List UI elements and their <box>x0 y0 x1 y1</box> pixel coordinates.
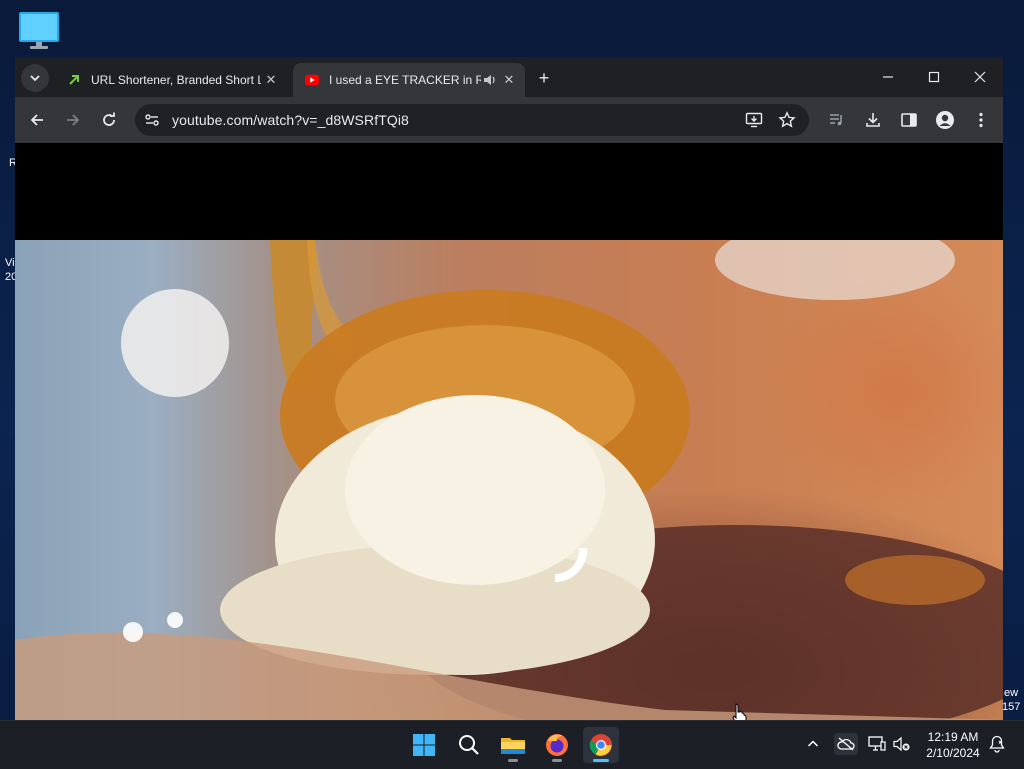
video-letterbox <box>15 143 1003 240</box>
bookmark-star-icon[interactable] <box>778 111 796 134</box>
chrome-taskbar-button[interactable] <box>583 727 619 763</box>
tab-strip: URL Shortener, Branded Short L ✕ I used … <box>15 57 1003 97</box>
chrome-window: URL Shortener, Branded Short L ✕ I used … <box>15 57 1003 720</box>
taskbar-search-button[interactable] <box>451 727 487 763</box>
desktop-text-fragment: 157 <box>1002 701 1021 713</box>
volume-button[interactable] <box>891 733 913 755</box>
side-panel-button[interactable] <box>895 106 923 134</box>
chevron-down-icon <box>30 75 40 82</box>
file-explorer-button[interactable] <box>495 727 531 763</box>
windows-start-icon <box>413 734 435 756</box>
install-app-icon[interactable] <box>745 111 763 134</box>
profile-button[interactable] <box>931 106 959 134</box>
start-button[interactable] <box>406 727 442 763</box>
this-pc-desktop-icon[interactable] <box>18 10 60 50</box>
search-icon <box>459 735 479 755</box>
firefox-button[interactable] <box>539 727 575 763</box>
arrow-left-icon <box>30 114 43 126</box>
side-panel-icon <box>901 113 917 127</box>
tab-title: URL Shortener, Branded Short L <box>91 73 261 87</box>
browser-toolbar: youtube.com/watch?v=_d8WSRfTQi8 <box>15 97 1003 143</box>
tab-url-shortener[interactable]: URL Shortener, Branded Short L ✕ <box>55 63 287 97</box>
url-text[interactable]: youtube.com/watch?v=_d8WSRfTQi8 <box>172 112 409 128</box>
download-icon <box>866 113 880 127</box>
volume-muted-icon <box>893 736 910 752</box>
reload-button[interactable] <box>95 106 123 134</box>
close-icon <box>974 71 986 83</box>
chrome-icon <box>589 734 612 756</box>
network-icon <box>868 736 886 751</box>
tab-title: I used a EYE TRACKER in Ro <box>329 73 481 87</box>
taskbar: 12:19 AM 2/10/2024 <box>0 720 1024 769</box>
tab-search-button[interactable] <box>21 64 49 92</box>
minimize-icon <box>883 76 893 78</box>
network-status-button[interactable] <box>866 733 888 755</box>
tab-youtube-video[interactable]: I used a EYE TRACKER in Ro ✕ <box>293 63 525 97</box>
onedrive-status-button[interactable] <box>834 733 858 755</box>
audio-playing-icon[interactable] <box>481 71 499 89</box>
back-button[interactable] <box>23 106 51 134</box>
close-tab-icon[interactable]: ✕ <box>261 70 281 90</box>
minimize-button[interactable] <box>865 63 911 91</box>
chevron-up-icon <box>807 740 819 747</box>
new-tab-button[interactable]: + <box>533 67 555 89</box>
reload-icon <box>103 112 115 126</box>
system-clock[interactable]: 12:19 AM 2/10/2024 <box>918 729 988 761</box>
maximize-button[interactable] <box>911 63 957 91</box>
chrome-menu-button[interactable] <box>967 106 995 134</box>
youtube-icon <box>305 73 319 87</box>
address-bar[interactable]: youtube.com/watch?v=_d8WSRfTQi8 <box>135 104 809 136</box>
clock-date: 2/10/2024 <box>926 746 980 760</box>
desktop-text-fragment: Vi <box>5 257 15 269</box>
show-hidden-icons-button[interactable] <box>802 733 824 755</box>
site-info-icon[interactable] <box>144 112 160 133</box>
cloud-offline-icon <box>837 737 855 751</box>
clock-time: 12:19 AM <box>927 730 979 744</box>
close-window-button[interactable] <box>957 63 1003 91</box>
firefox-icon <box>546 734 568 756</box>
file-explorer-icon <box>501 738 525 754</box>
notifications-button[interactable] <box>986 733 1008 755</box>
forward-button[interactable] <box>59 106 87 134</box>
notification-bell-icon <box>989 735 1005 753</box>
desktop-text-fragment: ew <box>1004 687 1019 699</box>
playlist-icon <box>830 114 842 126</box>
media-controls-button[interactable] <box>823 106 851 134</box>
bitly-icon <box>67 73 81 87</box>
running-indicator <box>552 759 562 762</box>
active-indicator <box>593 759 609 762</box>
maximize-icon <box>928 71 940 83</box>
close-tab-icon[interactable]: ✕ <box>499 70 519 90</box>
video-frame-image <box>15 240 1003 720</box>
running-indicator <box>508 759 518 762</box>
downloads-button[interactable] <box>859 106 887 134</box>
profile-avatar-icon <box>936 111 954 129</box>
video-player[interactable] <box>15 240 1003 720</box>
more-vert-icon <box>979 112 983 128</box>
arrow-right-icon <box>67 114 80 126</box>
